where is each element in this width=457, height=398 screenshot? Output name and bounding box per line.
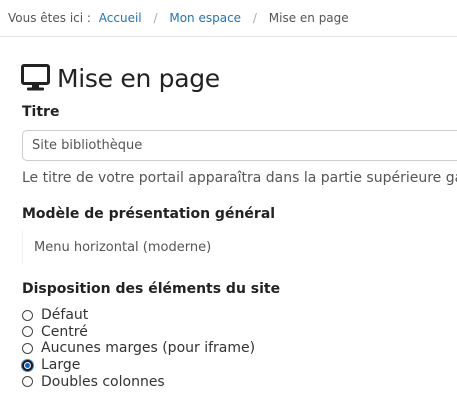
title-help-text: Le titre de votre portail apparaîtra dan…	[22, 170, 457, 186]
breadcrumb-prefix: Vous êtes ici :	[8, 11, 91, 25]
site-layout-label: Disposition des éléments du site	[22, 281, 281, 297]
layout-model-select[interactable]: Menu horizontal (moderne)	[22, 231, 457, 264]
radio-label: Large	[41, 357, 81, 374]
radio-option-large[interactable]: Large	[22, 357, 255, 374]
monitor-icon	[21, 64, 50, 91]
radio-option-centered[interactable]: Centré	[22, 324, 255, 341]
radio-button[interactable]	[22, 326, 33, 338]
radio-label: Centré	[41, 323, 88, 340]
breadcrumb-link-my-space[interactable]: Mon espace	[169, 11, 241, 25]
radio-label: Aucunes marges (pour iframe)	[41, 340, 256, 357]
breadcrumb-row: Vous êtes ici : Accueil / Mon espace / M…	[8, 0, 349, 36]
page: Vous êtes ici : Accueil / Mon espace / M…	[0, 0, 457, 398]
radio-button[interactable]	[22, 376, 33, 388]
radio-option-double-columns[interactable]: Doubles colonnes	[22, 373, 255, 390]
page-heading: Mise en page	[57, 63, 220, 93]
radio-button[interactable]	[22, 309, 33, 321]
breadcrumb-current: Mise en page	[268, 11, 349, 25]
radio-button-selected[interactable]	[22, 359, 33, 371]
title-label: Titre	[22, 104, 60, 120]
page-title: Mise en page	[21, 60, 220, 96]
title-input[interactable]: Site bibliothèque	[22, 130, 457, 161]
radio-label: Doubles colonnes	[41, 373, 165, 390]
breadcrumb-link-home[interactable]: Accueil	[99, 11, 142, 25]
radio-label: Défaut	[41, 307, 89, 324]
radio-button[interactable]	[22, 342, 33, 354]
radio-option-no-margins[interactable]: Aucunes marges (pour iframe)	[22, 340, 255, 357]
breadcrumb-separator: /	[153, 11, 158, 25]
radio-option-default[interactable]: Défaut	[22, 307, 255, 324]
layout-model-label: Modèle de présentation général	[22, 206, 276, 222]
breadcrumb: Vous êtes ici : Accueil / Mon espace / M…	[0, 0, 457, 37]
site-layout-radio-group: Défaut Centré Aucunes marges (pour ifram…	[22, 307, 255, 390]
breadcrumb-separator: /	[252, 11, 257, 25]
